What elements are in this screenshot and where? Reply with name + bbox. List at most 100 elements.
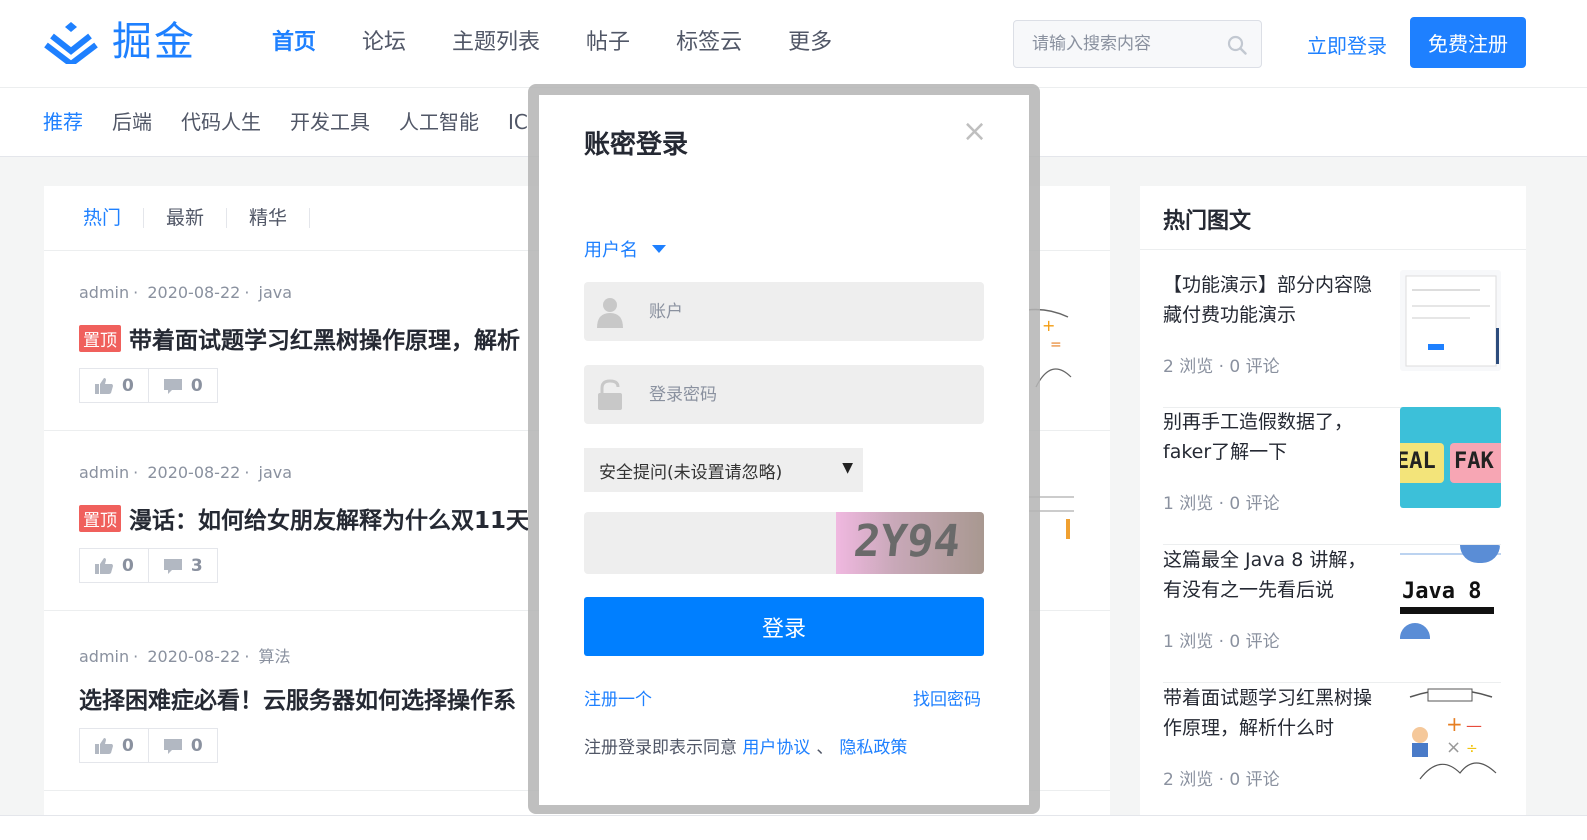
comment-icon xyxy=(163,558,182,574)
tab-hot[interactable]: 热门 xyxy=(83,208,145,228)
user-icon xyxy=(597,297,623,328)
captcha-image[interactable]: 2Y94 xyxy=(836,512,984,574)
svg-text:×: × xyxy=(1446,737,1461,758)
article-meta: admin · 2020-08-22 · java xyxy=(79,463,293,482)
register-link[interactable]: 注册一个 xyxy=(584,685,652,710)
comment-button[interactable]: 3 xyxy=(149,549,217,582)
sidebar-title: 热门图文 xyxy=(1140,186,1526,250)
main-nav: 首页 论坛 主题列表 帖子 标签云 更多 xyxy=(272,28,878,58)
chevron-down-icon xyxy=(652,245,666,253)
agreement-notice: 注册登录即表示同意 用户协议、隐私政策 xyxy=(584,738,908,758)
svg-text:—: — xyxy=(1466,716,1482,735)
logo-text: 掘金 xyxy=(112,19,196,65)
article-title[interactable]: 置顶 漫话：如何给女朋友解释为什么双11天 xyxy=(79,501,529,535)
search-icon[interactable] xyxy=(1227,35,1247,55)
login-submit-button[interactable]: 登录 xyxy=(584,597,984,656)
category-dev-tools[interactable]: 开发工具 xyxy=(290,109,370,135)
login-type-dropdown[interactable]: 用户名 xyxy=(584,236,666,262)
sidebar-thumbnail[interactable]: EAL FAK xyxy=(1400,407,1501,508)
dropdown-arrow-icon: ▼ xyxy=(842,460,853,476)
comment-icon xyxy=(163,738,182,754)
category-code-life[interactable]: 代码人生 xyxy=(181,109,261,135)
svg-text:+: + xyxy=(1042,316,1055,335)
nav-tag-cloud[interactable]: 标签云 xyxy=(676,28,742,58)
sidebar-item-title[interactable]: 带着面试题学习红黑树操作原理，解析什么时 xyxy=(1163,683,1383,743)
list-item[interactable]: 带着面试题学习红黑树操作原理，解析什么时 2 浏览 · 0 评论 + — × ÷ xyxy=(1163,683,1501,821)
sidebar-item-title[interactable]: 别再手工造假数据了，faker了解一下 xyxy=(1163,407,1383,467)
sidebar-thumbnail[interactable] xyxy=(1400,270,1501,371)
article-date: 2020-08-22 xyxy=(147,463,241,482)
comment-button[interactable]: 0 xyxy=(149,369,217,402)
category-ai[interactable]: 人工智能 xyxy=(399,109,479,135)
list-item[interactable]: 【功能演示】部分内容隐藏付费功能演示 2 浏览 · 0 评论 xyxy=(1163,270,1501,408)
article-tag[interactable]: java xyxy=(259,463,293,482)
like-button[interactable]: 0 xyxy=(80,729,149,762)
category-backend[interactable]: 后端 xyxy=(112,109,152,135)
svg-text:÷: ÷ xyxy=(1466,741,1478,757)
tab-featured[interactable]: 精华 xyxy=(227,208,311,228)
sidebar-item-title[interactable]: 【功能演示】部分内容隐藏付费功能演示 xyxy=(1163,270,1383,330)
juejin-logo-icon xyxy=(44,22,98,64)
site-logo[interactable]: 掘金 xyxy=(44,20,196,64)
close-icon[interactable]: × xyxy=(962,117,987,147)
sidebar-item-stats: 2 浏览 · 0 评论 xyxy=(1163,357,1280,377)
top-header: 掘金 首页 论坛 主题列表 帖子 标签云 更多 立即登录 免费注册 xyxy=(0,0,1587,88)
article-stats: 0 0 xyxy=(79,728,218,763)
article-title[interactable]: 置顶 带着面试题学习红黑树操作原理，解析 xyxy=(79,321,520,355)
svg-text:+: + xyxy=(1446,712,1463,736)
article-date: 2020-08-22 xyxy=(147,283,241,302)
password-input[interactable] xyxy=(649,366,979,423)
category-ios[interactable]: IC xyxy=(508,109,528,135)
modal-title: 账密登录 xyxy=(584,130,689,160)
hot-sidebar: 热门图文 【功能演示】部分内容隐藏付费功能演示 2 浏览 · 0 评论 别再手工… xyxy=(1140,186,1526,840)
comment-button[interactable]: 0 xyxy=(149,729,217,762)
article-date: 2020-08-22 xyxy=(147,647,241,666)
nav-topics[interactable]: 主题列表 xyxy=(452,28,540,58)
nav-more[interactable]: 更多 xyxy=(788,28,832,58)
search-box xyxy=(1013,20,1262,68)
article-tag[interactable]: java xyxy=(259,283,293,302)
sidebar-thumbnail[interactable]: + — × ÷ xyxy=(1400,683,1501,784)
article-meta: admin · 2020-08-22 · 算法 xyxy=(79,647,291,666)
login-link[interactable]: 立即登录 xyxy=(1307,30,1387,59)
list-item[interactable]: 别再手工造假数据了，faker了解一下 1 浏览 · 0 评论 EAL FAK xyxy=(1163,407,1501,545)
account-input[interactable] xyxy=(649,283,979,340)
article-title[interactable]: 选择困难症必看！云服务器如何选择操作系 xyxy=(79,681,516,715)
search-input[interactable] xyxy=(1014,21,1214,67)
article-author[interactable]: admin xyxy=(79,647,129,666)
nav-posts[interactable]: 帖子 xyxy=(586,28,630,58)
list-item[interactable]: 这篇最全 Java 8 讲解，有没有之一先看后说 1 浏览 · 0 评论 Jav… xyxy=(1163,545,1501,683)
category-recommend[interactable]: 推荐 xyxy=(43,109,83,135)
password-field xyxy=(584,365,984,424)
bottom-toolbar xyxy=(0,815,1587,840)
privacy-policy-link[interactable]: 隐私政策 xyxy=(839,738,907,758)
thumbs-up-icon xyxy=(95,557,113,574)
tab-latest[interactable]: 最新 xyxy=(144,208,228,228)
login-modal: 账密登录 × 用户名 安全提问(未设置请忽略) ▼ 2Y94 登录 注册一个 找… xyxy=(539,95,1029,805)
user-agreement-link[interactable]: 用户协议 xyxy=(742,738,810,758)
article-stats: 0 3 xyxy=(79,548,218,583)
sidebar-thumbnail[interactable]: Java 8 xyxy=(1400,545,1501,646)
article-tag[interactable]: 算法 xyxy=(259,647,291,666)
article-meta: admin · 2020-08-22 · java xyxy=(79,283,293,302)
lock-icon xyxy=(598,378,622,410)
pinned-badge: 置顶 xyxy=(79,504,121,532)
captcha-input[interactable] xyxy=(584,512,824,572)
article-author[interactable]: admin xyxy=(79,283,129,302)
svg-text:=: = xyxy=(1050,337,1062,353)
like-button[interactable]: 0 xyxy=(80,549,149,582)
pinned-badge: 置顶 xyxy=(79,324,121,352)
forgot-password-link[interactable]: 找回密码 xyxy=(913,685,981,710)
security-question-select[interactable]: 安全提问(未设置请忽略) ▼ xyxy=(584,448,863,492)
nav-forum[interactable]: 论坛 xyxy=(362,28,406,58)
thumbs-up-icon xyxy=(95,377,113,394)
login-type-label: 用户名 xyxy=(584,240,638,261)
sidebar-item-title[interactable]: 这篇最全 Java 8 讲解，有没有之一先看后说 xyxy=(1163,545,1383,605)
like-button[interactable]: 0 xyxy=(80,369,149,402)
sidebar-item-stats: 1 浏览 · 0 评论 xyxy=(1163,632,1280,652)
article-author[interactable]: admin xyxy=(79,463,129,482)
thumbs-up-icon xyxy=(95,737,113,754)
article-stats: 0 0 xyxy=(79,368,218,403)
nav-home[interactable]: 首页 xyxy=(272,28,316,58)
signup-button[interactable]: 免费注册 xyxy=(1410,17,1526,68)
